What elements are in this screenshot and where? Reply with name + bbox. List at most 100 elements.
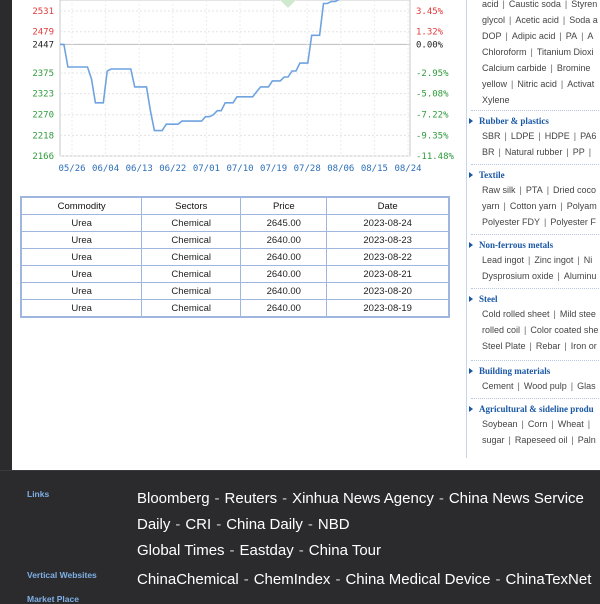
commodity-link[interactable]: Zinc ingot [534, 255, 573, 265]
commodity-link[interactable]: Caustic soda [509, 0, 561, 9]
footer-link[interactable]: Global Times [137, 542, 225, 559]
commodity-link[interactable]: rolled coil [482, 325, 520, 335]
commodity-link[interactable]: Xylene [482, 95, 510, 105]
commodity-link[interactable]: BR [482, 147, 495, 157]
commodity-link[interactable]: Color coated she [530, 325, 598, 335]
footer-link[interactable]: Xinhua News Agency [292, 490, 434, 507]
footer-link[interactable]: NBD [318, 516, 350, 533]
commodity-link[interactable]: Bromine [557, 63, 591, 73]
commodity-link[interactable]: yarn [482, 201, 500, 211]
commodity-link[interactable]: Styren [571, 0, 597, 9]
commodity-link[interactable]: Steel Plate [482, 341, 526, 351]
commodity-link[interactable]: Adipic acid [512, 31, 556, 41]
category-title[interactable]: Non-ferrous metals [467, 238, 600, 252]
footer-link[interactable]: China Tour [309, 542, 381, 559]
commodity-link[interactable]: glycol [482, 15, 505, 25]
commodity-link[interactable]: Dried coco [553, 185, 596, 195]
category-block: Building materials Cement | Wood pulp | Glas [467, 364, 600, 394]
footer-link[interactable]: Bloomberg [137, 490, 210, 507]
commodity-link[interactable]: Activat [567, 79, 594, 89]
commodity-link[interactable]: Soybean [482, 419, 518, 429]
cell-date: 2023-08-23 [326, 231, 450, 249]
category-block: Non-ferrous metals Lead ingot | Zinc ingot |… [467, 238, 600, 284]
commodity-link[interactable]: Rebar [536, 341, 561, 351]
category-items-row: Steel Plate | Rebar | Iron or [482, 338, 600, 354]
separator: | [577, 255, 580, 265]
footer-link[interactable]: Daily [137, 516, 170, 533]
category-block: Rubber & plastics SBR | LDPE | HDPE | PA6 BR | Nat… [467, 114, 600, 160]
separator: - [216, 516, 222, 533]
y-tick-label-left: 2218 [32, 131, 54, 141]
commodity-link[interactable]: Ni [584, 255, 593, 265]
footer-link[interactable]: Reuters [225, 490, 278, 507]
category-title[interactable]: Building materials [467, 364, 600, 378]
commodity-link[interactable]: Wheat [558, 419, 584, 429]
footer-link[interactable]: China Daily [226, 516, 303, 533]
commodity-link[interactable]: Polyester FDY [482, 217, 540, 227]
commodity-link[interactable]: Acetic acid [515, 15, 559, 25]
commodity-link[interactable]: Soda a [569, 15, 598, 25]
commodity-link[interactable]: Glas [577, 381, 596, 391]
col-commodity: Commodity [20, 196, 143, 215]
commodity-link[interactable]: Chloroform [482, 47, 527, 57]
footer-link[interactable]: China Medical Device [345, 571, 490, 588]
commodity-link[interactable]: DOP [482, 31, 502, 41]
y-tick-label-right: 3.45% [416, 7, 444, 17]
commodity-link[interactable]: PA6 [580, 131, 596, 141]
category-title[interactable]: Rubber & plastics [467, 114, 600, 128]
commodity-link[interactable]: Cement [482, 381, 514, 391]
commodity-link[interactable]: A [587, 31, 593, 41]
commodity-link[interactable]: Nitric acid [517, 79, 557, 89]
commodity-link[interactable]: PTA [526, 185, 543, 195]
y-tick-label-right: -5.08% [416, 90, 449, 100]
commodity-link[interactable]: Mild stee [560, 309, 596, 319]
y-tick-label-left: 2166 [32, 152, 54, 162]
category-title[interactable]: Agricultural & sideline produ [467, 402, 600, 416]
y-tick-label-left: 2447 [32, 40, 54, 50]
commodity-link[interactable]: Wood pulp [524, 381, 567, 391]
separator: | [553, 309, 556, 319]
commodity-link[interactable]: PA [566, 31, 577, 41]
cell-sector: Chemical [141, 299, 242, 318]
footer-link[interactable]: ChinaTexNet [506, 571, 592, 588]
footer-link[interactable]: China News Service [449, 490, 584, 507]
category-title[interactable]: Textile [467, 168, 600, 182]
category-divider [471, 164, 600, 165]
footer-link[interactable]: CRI [185, 516, 211, 533]
commodity-link[interactable]: Titanium Dioxi [537, 47, 594, 57]
footer-link[interactable]: Eastday [240, 542, 294, 559]
commodity-link[interactable]: Cold rolled sheet [482, 309, 550, 319]
category-items: SBR | LDPE | HDPE | PA6 BR | Natural rubber | PP | [467, 128, 600, 160]
commodity-link[interactable]: Iron or [571, 341, 597, 351]
commodity-link[interactable]: Raw silk [482, 185, 516, 195]
commodity-link[interactable]: acid [482, 0, 499, 9]
separator: | [538, 131, 541, 141]
commodity-link[interactable]: Polyam [567, 201, 597, 211]
commodity-link[interactable]: Rapeseed oil [515, 435, 568, 445]
footer-links-row-1: Bloomberg - Reuters - Xinhua News Agency - Chi… [137, 490, 584, 507]
commodity-link[interactable]: Polyester F [550, 217, 596, 227]
commodity-link[interactable]: Dysprosium oxide [482, 271, 554, 281]
price-table: Commodity Sectors Price Date Urea Chemic… [20, 196, 450, 318]
commodity-link[interactable]: Corn [528, 419, 548, 429]
cell-commodity: Urea [20, 248, 143, 266]
commodity-link[interactable]: PP [573, 147, 585, 157]
footer-link[interactable]: ChemIndex [254, 571, 331, 588]
commodity-link[interactable]: Lead ingot [482, 255, 524, 265]
commodity-link[interactable]: LDPE [511, 131, 535, 141]
category-title[interactable]: Steel [467, 292, 600, 306]
separator: | [505, 31, 508, 41]
commodity-link[interactable]: HDPE [545, 131, 570, 141]
footer-link[interactable]: ChinaChemical [137, 571, 239, 588]
commodity-link[interactable]: Cotton yarn [510, 201, 557, 211]
commodity-link[interactable]: Calcium carbide [482, 63, 547, 73]
commodity-link[interactable]: Paln [578, 435, 596, 445]
separator: | [504, 131, 507, 141]
commodity-link[interactable]: Aluminu [564, 271, 597, 281]
commodity-link[interactable]: sugar [482, 435, 505, 445]
commodity-link[interactable]: SBR [482, 131, 501, 141]
table-row: Urea Chemical 2640.00 2023-08-19 [20, 299, 450, 318]
commodity-link[interactable]: yellow [482, 79, 507, 89]
commodity-link[interactable]: Natural rubber [505, 147, 563, 157]
separator: | [562, 15, 566, 25]
